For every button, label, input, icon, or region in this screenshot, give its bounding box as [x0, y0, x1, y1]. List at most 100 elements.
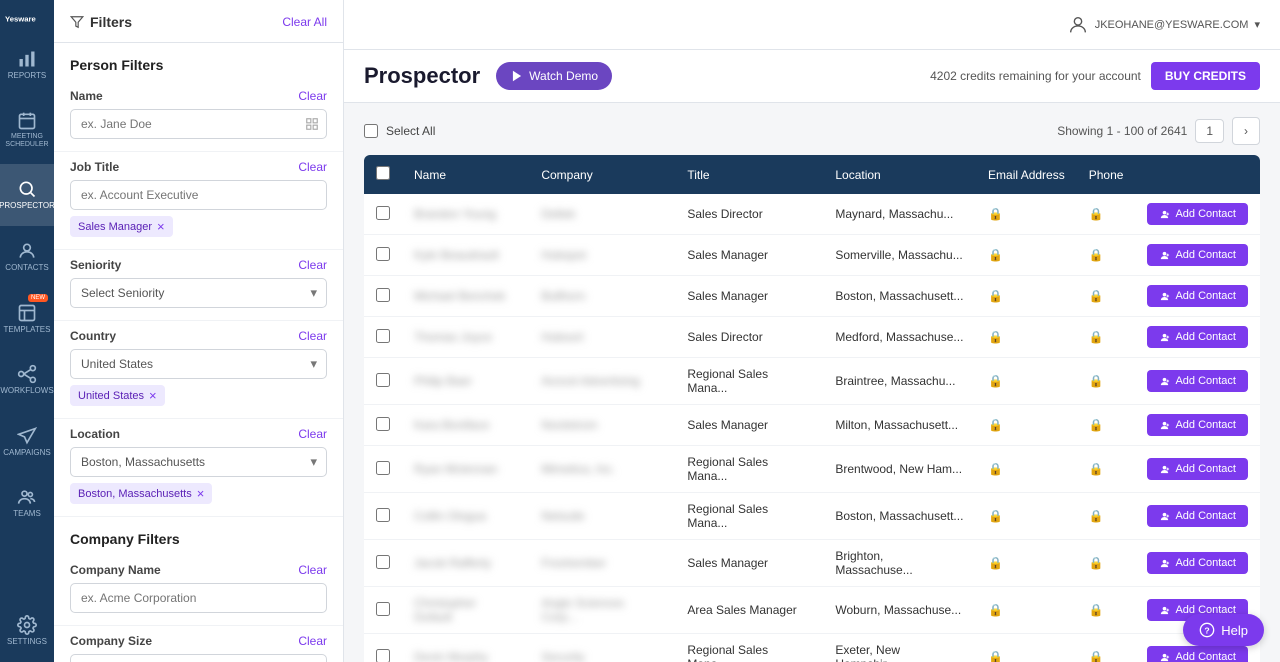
sales-manager-tag-remove[interactable]: × [157, 219, 165, 234]
row-phone-1: 🔒 [1077, 235, 1136, 276]
row-location-7: Boston, Massachusett... [823, 493, 976, 540]
filters-sidebar: Filters Clear All Person Filters Name Cl… [54, 0, 344, 662]
row-checkbox-cell [364, 493, 402, 540]
watch-demo-button[interactable]: Watch Demo [496, 62, 612, 90]
add-contact-button-2[interactable]: Add Contact [1147, 285, 1248, 307]
add-contact-button-3[interactable]: Add Contact [1147, 326, 1248, 348]
seniority-clear-button[interactable]: Clear [298, 258, 327, 272]
company-size-select[interactable]: Select Company Size [70, 654, 327, 662]
table-row: Thomas Joyce Hubsort Sales Director Medf… [364, 317, 1260, 358]
sidebar-item-templates[interactable]: NEW TEMPLATES [0, 288, 54, 350]
row-location-0: Maynard, Massachu... [823, 194, 976, 235]
sidebar-item-teams[interactable]: TEAMS [0, 472, 54, 534]
buy-credits-button[interactable]: BUY CREDITS [1151, 62, 1260, 90]
row-checkbox-2[interactable] [376, 288, 390, 302]
row-phone-0: 🔒 [1077, 194, 1136, 235]
row-checkbox-cell [364, 276, 402, 317]
location-select-wrap: Boston, Massachusetts ▾ [70, 447, 327, 477]
seniority-filter-group: Seniority Clear Select Seniority ▾ [54, 250, 343, 321]
row-checkbox-5[interactable] [376, 417, 390, 431]
row-company-7: Netsuile [529, 493, 675, 540]
seniority-select[interactable]: Select Seniority [70, 278, 327, 308]
sidebar-header: Filters Clear All [54, 0, 343, 43]
row-phone-4: 🔒 [1077, 358, 1136, 405]
name-input[interactable] [70, 109, 327, 139]
help-button[interactable]: ? Help [1183, 614, 1264, 646]
table-row: Ryan Mclennan Mimetica, Inc. Regional Sa… [364, 446, 1260, 493]
row-title-1: Sales Manager [675, 235, 823, 276]
add-contact-icon [1159, 250, 1170, 261]
name-clear-button[interactable]: Clear [298, 89, 327, 103]
phone-lock-icon: 🔒 [1089, 650, 1104, 662]
row-company-10: Security [529, 634, 675, 662]
sidebar-item-workflows[interactable]: WORKFLOWS [0, 349, 54, 411]
next-page-button[interactable]: › [1232, 117, 1260, 145]
sidebar-item-contacts[interactable]: CONTACTS [0, 226, 54, 288]
add-contact-button-0[interactable]: Add Contact [1147, 203, 1248, 225]
job-title-input[interactable] [70, 180, 327, 210]
row-checkbox-1[interactable] [376, 247, 390, 261]
add-contact-icon [1159, 420, 1170, 431]
row-checkbox-9[interactable] [376, 602, 390, 616]
sidebar-item-reports[interactable]: REPORTS [0, 34, 54, 96]
row-name-6: Ryan Mclennan [402, 446, 529, 493]
filters-title: Filters [70, 14, 132, 30]
add-contact-icon [1159, 332, 1170, 343]
user-info[interactable]: JKEOHANE@YESWARE.COM ▾ [1067, 14, 1260, 36]
row-checkbox-7[interactable] [376, 508, 390, 522]
united-states-tag-remove[interactable]: × [149, 388, 157, 403]
row-actions-4: Add Contact [1135, 358, 1260, 405]
row-checkbox-0[interactable] [376, 206, 390, 220]
row-company-8: Freshember [529, 540, 675, 587]
company-size-clear-button[interactable]: Clear [298, 634, 327, 648]
add-contact-button-8[interactable]: Add Contact [1147, 552, 1248, 574]
row-phone-10: 🔒 [1077, 634, 1136, 662]
row-checkbox-6[interactable] [376, 461, 390, 475]
user-email: JKEOHANE@YESWARE.COM [1095, 19, 1249, 31]
row-checkbox-10[interactable] [376, 649, 390, 662]
add-contact-button-10[interactable]: Add Contact [1147, 646, 1248, 662]
sidebar-item-settings[interactable]: SETTINGS [0, 600, 54, 662]
row-actions-3: Add Contact [1135, 317, 1260, 358]
company-size-filter-group: Company Size Clear Select Company Size ▾ [54, 626, 343, 662]
select-all-wrap: Select All [364, 124, 435, 138]
app-logo[interactable]: Yesware [5, 10, 49, 26]
row-checkbox-4[interactable] [376, 373, 390, 387]
row-name-4: Philip Baer [402, 358, 529, 405]
sidebar-item-prospector[interactable]: PROSPECTOR [0, 164, 54, 226]
add-contact-button-1[interactable]: Add Contact [1147, 244, 1248, 266]
row-location-4: Braintree, Massachu... [823, 358, 976, 405]
row-checkbox-3[interactable] [376, 329, 390, 343]
boston-tag-remove[interactable]: × [197, 486, 205, 501]
add-contact-icon [1159, 558, 1170, 569]
phone-lock-icon: 🔒 [1089, 556, 1104, 570]
left-nav: Yesware REPORTS MEETING SCHEDULER PROSPE… [0, 0, 54, 662]
row-location-10: Exeter, New Hampshir... [823, 634, 976, 662]
sales-manager-tag: Sales Manager × [70, 216, 173, 237]
company-name-input[interactable] [70, 583, 327, 613]
country-select[interactable]: United States [70, 349, 327, 379]
row-company-5: Nordstrom [529, 405, 675, 446]
row-phone-8: 🔒 [1077, 540, 1136, 587]
header-checkbox[interactable] [376, 166, 390, 180]
clear-all-button[interactable]: Clear All [282, 15, 327, 29]
row-checkbox-8[interactable] [376, 555, 390, 569]
table-toolbar: Select All Showing 1 - 100 of 2641 1 › [364, 117, 1260, 145]
add-contact-button-6[interactable]: Add Contact [1147, 458, 1248, 480]
sidebar-item-campaigns[interactable]: CAMPAIGNS [0, 411, 54, 473]
table-row: Devin Murphy Security Regional Sales Man… [364, 634, 1260, 662]
company-name-clear-button[interactable]: Clear [298, 563, 327, 577]
sidebar-item-meeting-scheduler[interactable]: MEETING SCHEDULER [0, 96, 54, 165]
job-title-clear-button[interactable]: Clear [298, 160, 327, 174]
row-checkbox-cell [364, 540, 402, 587]
location-select[interactable]: Boston, Massachusetts [70, 447, 327, 477]
add-contact-button-5[interactable]: Add Contact [1147, 414, 1248, 436]
add-contact-button-7[interactable]: Add Contact [1147, 505, 1248, 527]
select-all-checkbox[interactable] [364, 124, 378, 138]
location-clear-button[interactable]: Clear [298, 427, 327, 441]
name-filter-group: Name Clear [54, 81, 343, 152]
country-clear-button[interactable]: Clear [298, 329, 327, 343]
row-actions-7: Add Contact [1135, 493, 1260, 540]
page-number[interactable]: 1 [1195, 119, 1224, 143]
add-contact-button-4[interactable]: Add Contact [1147, 370, 1248, 392]
